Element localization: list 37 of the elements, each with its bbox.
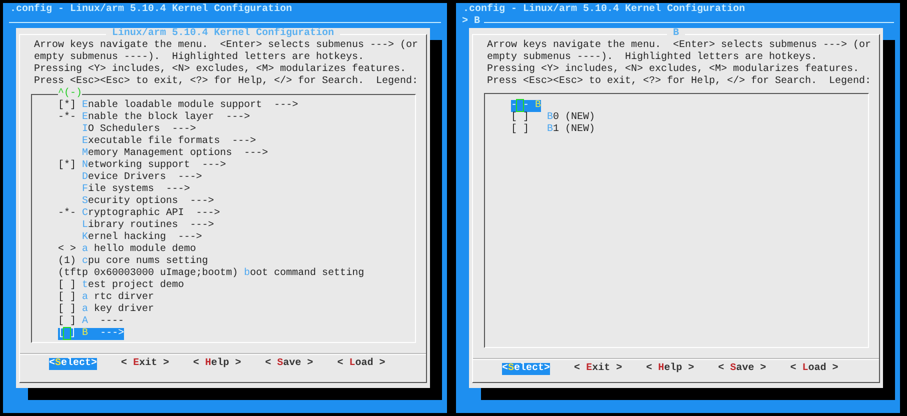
dialog-button[interactable]: < Exit > (121, 358, 170, 370)
dialog-button[interactable]: < Help > (646, 363, 694, 375)
scroll-indicator: ^(-) (58, 88, 82, 100)
menu-item[interactable]: (1) cpu core nums setting (58, 256, 208, 268)
menu-item[interactable]: [ ] a key driver (58, 304, 154, 316)
dialog-button[interactable]: < Load > (790, 363, 838, 375)
dialog-title: B (672, 28, 680, 40)
menu-item[interactable]: -*- Enable the block layer ---> (58, 112, 250, 124)
breadcrumb: > B (462, 16, 480, 28)
window-title: .config - Linux/arm 5.10.4 Kernel Configuration (462, 3, 746, 16)
dialog-button[interactable]: < Save > (265, 358, 314, 370)
menu-item[interactable]: File systems ---> (58, 184, 190, 196)
menu-item[interactable]: Executable file formats ---> (58, 136, 256, 148)
menu-item[interactable]: (tftp 0x60003000 uImage;bootm) boot command setting (58, 268, 364, 280)
menu-item[interactable]: Security options ---> (58, 196, 214, 208)
menu-item[interactable]: [ ] B1 (NEW) (511, 124, 596, 136)
dialog-button[interactable]: < Exit > (574, 363, 622, 375)
help-text: Arrow keys navigate the menu. <Enter> selects submenus ---> (or empty submenus ----). Highlighted letters are hotkeys. Pressing <Y> includes, <N> excludes, <M> modularizes features. Press <Esc><Esc> to exit, <?> for Help, </> for Search. Legend: (33, 40, 420, 88)
dialog-title: Linux/arm 5.10.4 Kernel Configuration (110, 28, 336, 40)
menu-item[interactable]: [ ] test project demo (58, 280, 184, 292)
menu-item[interactable]: Library routines ---> (58, 220, 214, 232)
menu-item[interactable]: IO Schedulers ---> (58, 124, 196, 136)
dialog-button[interactable]: < Load > (337, 358, 386, 370)
menu-item[interactable]: [ ] A ---- (58, 316, 124, 328)
menu-item[interactable]: -*- Cryptographic API ---> (58, 208, 220, 220)
help-text: Arrow keys navigate the menu. <Enter> selects submenus ---> (or empty submenus ----). Highlighted letters are hotkeys. Pressing <Y> includes, <N> excludes, <M> modularizes features. Press <Esc><Esc> to exit, <?> for Help, </> for Search. Legend: (486, 40, 872, 88)
dialog-button[interactable]: < Save > (718, 363, 766, 375)
menu-item[interactable]: [*] Networking support ---> (58, 160, 226, 172)
menu-item[interactable]: Device Drivers ---> (58, 172, 202, 184)
window-title: .config - Linux/arm 5.10.4 Kernel Configuration (9, 3, 294, 16)
menu-item[interactable]: [ ] a rtc dirver (58, 292, 154, 304)
menu-item[interactable]: [ ] B0 (NEW) (511, 112, 596, 124)
dialog-button[interactable]: < Help > (193, 358, 242, 370)
menu-item[interactable]: Kernel hacking ---> (58, 232, 202, 244)
menu-item[interactable]: Memory Management options ---> (58, 148, 268, 160)
menu-item[interactable]: [*] Enable loadable module support ---> (58, 100, 298, 112)
menu-item[interactable]: < > a hello module demo (58, 244, 196, 256)
